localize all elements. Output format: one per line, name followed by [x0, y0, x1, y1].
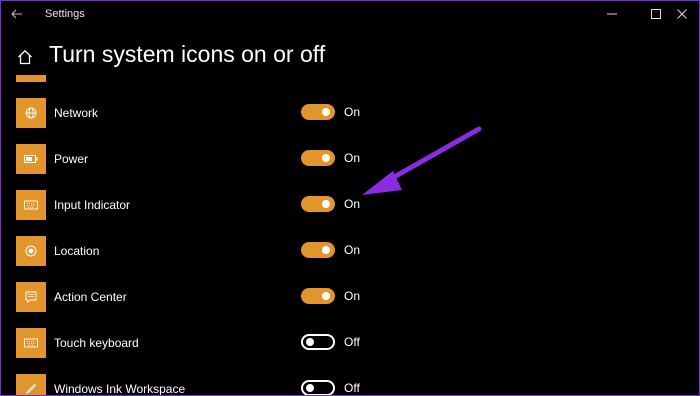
- item-label: Input Indicator: [54, 198, 131, 212]
- touch-keyboard-tile: [16, 328, 46, 358]
- item-label: Action Center: [54, 290, 127, 304]
- input-indicator-tile: [16, 190, 46, 220]
- location-toggle[interactable]: [301, 242, 335, 258]
- close-button[interactable]: [667, 4, 697, 24]
- back-arrow-icon: [11, 9, 22, 19]
- battery-icon: [24, 155, 38, 163]
- toggle-state-label: On: [344, 243, 361, 257]
- toggle-knob: [322, 200, 330, 208]
- keyboard-icon: [24, 338, 38, 348]
- power-tile: [16, 144, 46, 174]
- partial-icon-tile: [16, 75, 46, 82]
- location-icon: [25, 245, 37, 257]
- globe-icon: [25, 107, 37, 119]
- list-item-action-center: Action Center On: [16, 282, 676, 314]
- maximize-icon: [651, 9, 661, 19]
- back-button[interactable]: [7, 4, 27, 24]
- network-tile: [16, 98, 46, 128]
- toggle-knob: [306, 384, 314, 392]
- list-item-input-indicator: Input Indicator On: [16, 190, 676, 222]
- windows-ink-workspace-toggle[interactable]: [301, 380, 335, 395]
- minimize-icon: [607, 13, 617, 15]
- location-tile: [16, 236, 46, 266]
- toggle-state-label: Off: [344, 335, 360, 349]
- toggle-state-label: Off: [344, 381, 360, 395]
- toggle-state-label: On: [344, 289, 361, 303]
- settings-window: Settings Turn system icons on or off Net…: [0, 0, 700, 396]
- list-item-power: Power On: [16, 144, 676, 176]
- home-icon: [18, 49, 32, 65]
- item-label: Touch keyboard: [54, 336, 139, 350]
- title-bar: Settings: [1, 1, 699, 29]
- app-title: Settings: [45, 8, 85, 20]
- touch-keyboard-toggle[interactable]: [301, 334, 335, 350]
- close-icon: [677, 9, 687, 19]
- action-center-icon: [25, 291, 37, 303]
- pen-icon: [25, 383, 37, 395]
- toggle-knob: [322, 108, 330, 116]
- item-label: Windows Ink Workspace: [54, 382, 186, 396]
- toggle-state-label: On: [344, 197, 361, 211]
- toggle-knob: [322, 246, 330, 254]
- list-item-location: Location On: [16, 236, 676, 268]
- action-center-toggle[interactable]: [301, 288, 335, 304]
- toggle-knob: [322, 292, 330, 300]
- input-indicator-toggle[interactable]: [301, 196, 335, 212]
- toggle-knob: [322, 154, 330, 162]
- windows-ink-tile: [16, 374, 46, 395]
- list-item-touch-keyboard: Touch keyboard Off: [16, 328, 676, 360]
- home-button[interactable]: [13, 45, 37, 69]
- toggle-state-label: On: [344, 151, 361, 165]
- page-title: Turn system icons on or off: [49, 41, 326, 67]
- item-label: Network: [54, 106, 99, 120]
- list-item-network: Network On: [16, 98, 676, 130]
- action-center-tile: [16, 282, 46, 312]
- toggle-state-label: On: [344, 105, 361, 119]
- keyboard-icon: [24, 200, 38, 210]
- list-item-windows-ink-workspace: Windows Ink Workspace Off: [16, 374, 676, 396]
- power-toggle[interactable]: [301, 150, 335, 166]
- item-label: Power: [54, 152, 89, 166]
- toggle-knob: [306, 338, 314, 346]
- minimize-button[interactable]: [597, 4, 627, 24]
- network-toggle[interactable]: [301, 104, 335, 120]
- item-label: Location: [54, 244, 100, 258]
